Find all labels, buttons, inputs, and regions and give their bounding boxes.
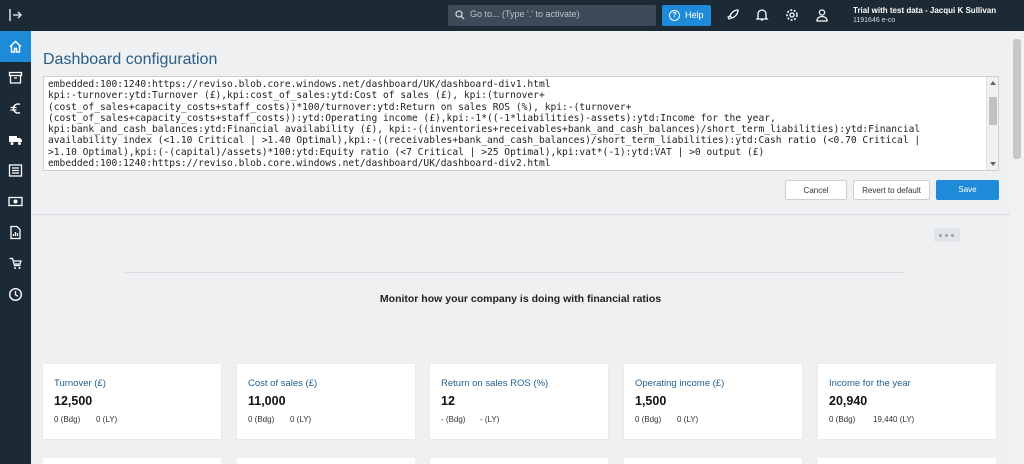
company-id: 1191646 e-co [853,17,896,24]
kpi-last-year: 0 (LY) [96,415,118,424]
kpi-value: 20,940 [829,394,868,408]
page-scrollbar-thumb[interactable] [1013,39,1021,159]
user-icon[interactable] [815,8,829,22]
scroll-down-icon[interactable] [990,162,996,166]
expand-menu-icon[interactable] [8,7,24,23]
nav-item-money[interactable] [0,186,31,217]
kpi-value: 12,500 [54,394,93,408]
config-textarea[interactable]: embedded:100:1240:https://reviso.blob.co… [43,76,999,171]
kpi-last-year: 0 (LY) [290,415,312,424]
archive-icon [8,71,23,84]
dashboard-area: Monitor how your company is doing with f… [31,215,1010,464]
top-bar: Go to... (Type '.' to activate) ? Help T… [0,0,1024,31]
kpi-card-partial[interactable] [624,458,802,464]
page-scrollbar[interactable] [1010,31,1024,464]
nav-item-euro[interactable] [0,93,31,124]
kpi-title: Operating income (£) [635,378,725,389]
kpi-title: Cost of sales (£) [248,378,318,389]
page-title: Dashboard configuration [43,51,218,68]
question-icon: ? [669,10,680,21]
truck-icon [9,136,22,145]
kpi-title: Return on sales ROS (%) [441,378,549,389]
kpi-card-partial[interactable] [430,458,608,464]
nav-item-truck[interactable] [0,124,31,155]
clock-icon [8,287,23,302]
kpi-title: Income for the year [829,378,911,389]
kpi-value: 12 [441,394,455,408]
gear-icon[interactable] [785,8,799,22]
kpi-value: 11,000 [248,394,286,408]
kpi-card[interactable]: Cost of sales (£) 11,000 0 (Bdg) 0 (LY) [237,364,415,439]
kpi-budget: 0 (Bdg) [829,415,856,424]
cancel-button[interactable]: Cancel [785,180,847,200]
config-text[interactable]: embedded:100:1240:https://reviso.blob.co… [48,79,983,169]
revert-to-default-button[interactable]: Revert to default [853,180,930,200]
kpi-card-partial[interactable] [237,458,415,464]
side-nav [0,31,31,464]
kpi-budget: - (Bdg) [441,415,466,424]
kpi-card[interactable]: Return on sales ROS (%) 12 - (Bdg) - (LY… [430,364,608,439]
search-input[interactable]: Go to... (Type '.' to activate) [448,5,656,26]
nav-item-list[interactable] [0,155,31,186]
kpi-card-partial[interactable] [818,458,996,464]
nav-item-report[interactable] [0,217,31,248]
search-placeholder: Go to... (Type '.' to activate) [470,9,580,19]
dashboard-config-panel: Dashboard configuration embedded:100:124… [31,31,1010,214]
kpi-card[interactable]: Operating income (£) 1,500 0 (Bdg) 0 (LY… [624,364,802,439]
more-options-button[interactable] [934,228,960,242]
kpi-last-year: 0 (LY) [677,415,699,424]
money-icon [8,196,23,207]
report-icon [10,225,21,240]
nav-item-archive[interactable] [0,62,31,93]
dashboard-heading: Monitor how your company is doing with f… [379,293,662,305]
kpi-last-year: 19,440 (LY) [873,415,915,424]
kpi-card[interactable]: Income for the year 20,940 0 (Bdg) 19,44… [818,364,996,439]
kpi-value: 1,500 [635,394,667,408]
kpi-card-partial[interactable] [43,458,221,464]
scroll-up-icon[interactable] [990,81,996,85]
dot-icon [945,234,948,237]
kpi-last-year: - (LY) [480,415,500,424]
save-button[interactable]: Save [936,180,999,200]
nav-item-clock[interactable] [0,279,31,310]
dot-icon [939,234,942,237]
kpi-budget: 0 (Bdg) [54,415,81,424]
euro-icon [10,103,21,114]
nav-item-tag[interactable] [0,248,31,279]
help-label: Help [685,10,704,20]
bell-icon[interactable] [755,8,769,22]
kpi-budget: 0 (Bdg) [635,415,662,424]
user-name[interactable]: Trial with test data - Jacqui K Sullivan [853,6,996,15]
home-icon [9,40,22,53]
kpi-title: Turnover (£) [54,378,106,389]
tag-icon [9,257,22,269]
dashboard-rule [125,272,905,273]
help-button[interactable]: ? Help [662,5,711,26]
list-icon [8,164,23,177]
kpi-budget: 0 (Bdg) [248,415,275,424]
rocket-icon[interactable] [726,8,740,22]
scrollbar-thumb[interactable] [989,97,997,125]
nav-item-home[interactable] [0,31,31,62]
textarea-scrollbar[interactable] [986,77,998,170]
search-icon [455,10,465,20]
dot-icon [951,234,954,237]
kpi-card[interactable]: Turnover (£) 12,500 0 (Bdg) 0 (LY) [43,364,221,439]
